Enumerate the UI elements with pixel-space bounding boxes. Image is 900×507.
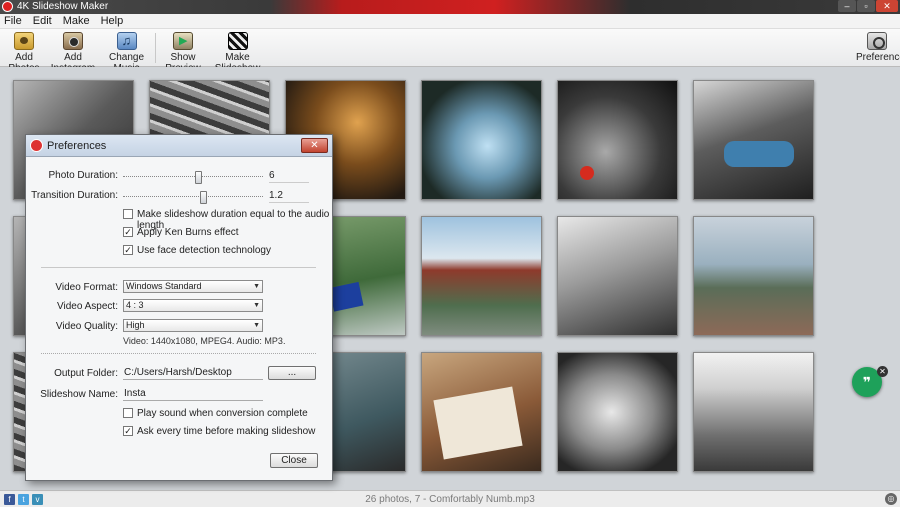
video-info-text: Video: 1440x1080, MPEG4. Audio: MP3. — [123, 336, 286, 346]
dialog-app-icon — [30, 139, 43, 152]
minimize-button[interactable]: – — [838, 0, 856, 12]
output-folder-label: Output Folder: — [54, 368, 118, 379]
video-aspect-select[interactable]: 4 : 3 ▼ — [123, 299, 263, 312]
preferences-icon — [867, 32, 887, 50]
preferences-label: Preferences — [856, 52, 900, 63]
photo-duration-slider[interactable] — [123, 171, 263, 184]
photo-thumbnail[interactable] — [693, 352, 814, 472]
maximize-button[interactable]: ▫ — [857, 0, 875, 12]
ask-before-label: Ask every time before making slideshow — [137, 426, 316, 437]
video-quality-label: Video Quality: — [55, 321, 118, 332]
transition-duration-label: Transition Duration: — [31, 190, 118, 201]
photo-thumbnail[interactable] — [421, 352, 542, 472]
close-window-button[interactable]: ✕ — [876, 0, 898, 12]
chevron-down-icon: ▼ — [253, 283, 260, 290]
globe-icon[interactable]: ◎ — [885, 493, 897, 505]
video-aspect-value: 4 : 3 — [126, 300, 144, 310]
clapperboard-icon — [227, 32, 248, 50]
menu-file[interactable]: File — [4, 14, 27, 28]
transition-duration-value: 1.2 — [269, 190, 309, 203]
window-controls: – ▫ ✕ — [838, 0, 898, 12]
play-sound-label: Play sound when conversion complete — [137, 408, 308, 419]
photo-thumbnail[interactable] — [421, 80, 542, 200]
dialog-close-button[interactable]: ✕ — [301, 138, 328, 153]
video-quality-select[interactable]: High ▼ — [123, 319, 263, 332]
status-text: 26 photos, 7 - Comfortably Numb.mp3 — [365, 494, 535, 505]
close-badge-icon[interactable]: ✕ — [877, 366, 888, 377]
toolbar-separator — [155, 33, 156, 63]
photo-thumbnail[interactable] — [693, 216, 814, 336]
preview-icon — [173, 32, 193, 50]
browse-folder-button[interactable]: ... — [268, 366, 316, 380]
slideshow-name-label: Slideshow Name: — [40, 389, 118, 400]
video-quality-value: High — [126, 320, 145, 330]
ken-burns-checkbox[interactable]: ✓ — [123, 227, 133, 237]
dialog-title: Preferences — [47, 140, 107, 152]
photo-thumbnail[interactable] — [557, 216, 678, 336]
menu-bar: File Edit Make Help — [0, 14, 900, 29]
output-folder-field[interactable]: C:/Users/Harsh/Desktop — [123, 367, 263, 380]
menu-make[interactable]: Make — [63, 14, 95, 28]
section-divider — [41, 353, 316, 354]
video-aspect-label: Video Aspect: — [57, 301, 118, 312]
toolbar: Add Photos Add Instagram Change Music Sh… — [0, 29, 900, 74]
title-bar: 4K Slideshow Maker – ▫ ✕ — [0, 0, 900, 14]
dialog-body: Photo Duration: 6 Transition Duration: 1… — [26, 157, 332, 480]
music-icon — [116, 32, 137, 50]
menu-edit[interactable]: Edit — [33, 14, 57, 28]
video-format-value: Windows Standard — [126, 281, 202, 291]
chevron-down-icon: ▼ — [253, 302, 260, 309]
photo-thumbnail[interactable] — [557, 80, 678, 200]
video-format-label: Video Format: — [55, 282, 118, 293]
photo-duration-label: Photo Duration: — [48, 170, 119, 181]
photo-duration-slider-handle[interactable] — [194, 171, 202, 184]
ken-burns-label: Apply Ken Burns effect — [137, 227, 239, 238]
add-photos-icon — [14, 32, 34, 50]
play-sound-checkbox[interactable] — [123, 408, 133, 418]
audio-length-checkbox[interactable] — [123, 209, 133, 219]
chevron-down-icon: ▼ — [253, 322, 260, 329]
photo-thumbnail[interactable] — [557, 352, 678, 472]
transition-duration-slider[interactable] — [123, 191, 263, 204]
close-button[interactable]: Close — [270, 453, 318, 468]
instagram-icon — [63, 32, 83, 50]
app-icon — [2, 1, 13, 12]
preferences-dialog: Preferences ✕ Photo Duration: 6 Transiti… — [25, 134, 333, 481]
section-divider — [41, 267, 316, 268]
preferences-button[interactable]: Preferences — [856, 32, 900, 63]
photo-duration-value: 6 — [269, 170, 309, 183]
video-format-select[interactable]: Windows Standard ▼ — [123, 280, 263, 293]
dialog-title-bar: Preferences ✕ — [26, 135, 332, 157]
transition-duration-slider-handle[interactable] — [200, 191, 208, 204]
face-detection-label: Use face detection technology — [137, 245, 271, 256]
window-title: 4K Slideshow Maker — [17, 1, 109, 12]
face-detection-checkbox[interactable]: ✓ — [123, 245, 133, 255]
ask-before-checkbox[interactable]: ✓ — [123, 426, 133, 436]
photo-thumbnail[interactable] — [421, 216, 542, 336]
photo-thumbnail[interactable] — [693, 80, 814, 200]
slideshow-name-field[interactable]: Insta — [123, 388, 263, 401]
menu-help[interactable]: Help — [101, 14, 129, 28]
status-bar: f t v 26 photos, 7 - Comfortably Numb.mp… — [0, 490, 900, 507]
